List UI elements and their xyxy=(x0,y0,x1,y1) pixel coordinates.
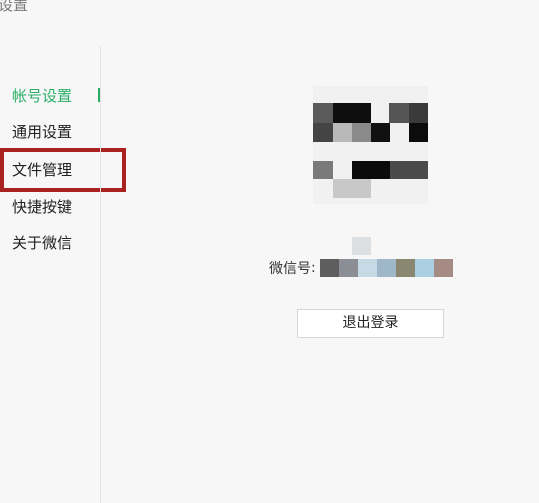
sidebar-item-about-wechat[interactable]: 关于微信 xyxy=(12,232,72,254)
avatar-pixel xyxy=(333,123,352,142)
settings-window: 设置 帐号设置 通用设置 文件管理 快捷按键 关于微信 微信号 : 退出登录 xyxy=(0,0,539,503)
avatar-pixel xyxy=(352,161,390,179)
wechat-id-value-redacted xyxy=(319,259,453,277)
sidebar-item-general-settings[interactable]: 通用设置 xyxy=(12,121,72,143)
avatar-pixel xyxy=(313,103,333,123)
avatar-pixel xyxy=(409,103,428,123)
avatar-pixel xyxy=(313,161,333,179)
highlight-annotation-box xyxy=(0,148,126,192)
wechat-id-label: 微信号 xyxy=(269,261,311,277)
avatar-pixel xyxy=(390,161,428,179)
sidebar-item-shortcuts[interactable]: 快捷按键 xyxy=(12,196,72,218)
avatar[interactable] xyxy=(313,86,428,204)
avatar-pixel xyxy=(389,103,409,123)
logout-button[interactable]: 退出登录 xyxy=(297,309,444,338)
sidebar-item-account-settings[interactable]: 帐号设置 xyxy=(12,85,72,107)
blurred-pixel xyxy=(352,237,371,255)
settings-sidebar: 帐号设置 通用设置 文件管理 快捷按键 关于微信 xyxy=(0,0,126,503)
avatar-pixel xyxy=(409,123,428,142)
sidebar-divider xyxy=(100,46,101,503)
avatar-pixel xyxy=(352,123,371,142)
avatar-pixel xyxy=(313,123,333,142)
avatar-pixel xyxy=(333,179,371,198)
wechat-id-row: 微信号 : xyxy=(269,258,453,278)
wechat-id-separator: : xyxy=(311,260,316,276)
avatar-pixel xyxy=(333,103,371,123)
avatar-pixel xyxy=(371,123,390,142)
